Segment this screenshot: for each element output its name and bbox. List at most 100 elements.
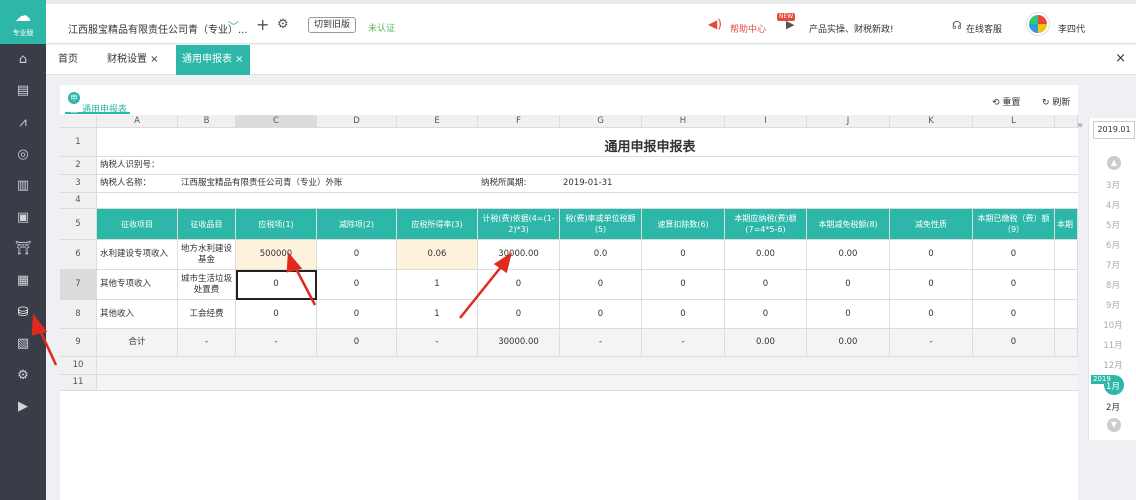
header-cell[interactable]: 征收项目 xyxy=(97,209,178,240)
period-value[interactable]: 2019-01-31 xyxy=(560,175,1078,193)
row-header[interactable]: 3 xyxy=(60,175,97,193)
tab-general-declaration[interactable]: 通用申报表 × xyxy=(176,45,250,75)
expand-icon[interactable]: » xyxy=(1077,120,1083,131)
header-cell[interactable]: 本期减免税额(8) xyxy=(807,209,890,240)
table-cell[interactable]: 0 xyxy=(642,300,725,329)
table-cell[interactable]: - xyxy=(397,329,478,357)
month-item[interactable]: 10月 xyxy=(1089,319,1136,331)
table-cell[interactable]: - xyxy=(178,329,236,357)
table-cell[interactable]: 其他专项收入 xyxy=(97,270,178,300)
settings-icon[interactable]: ⚙ xyxy=(12,365,34,387)
company-selector[interactable]: 江西服宝精品有限责任公司青（专业）... xyxy=(68,21,248,36)
taxpayer-id-label[interactable]: 纳税人识别号： xyxy=(97,157,1078,175)
table-cell[interactable]: 0 xyxy=(236,300,317,329)
row-header[interactable]: 5 xyxy=(60,209,97,240)
table-cell[interactable]: 0 xyxy=(890,240,973,270)
invoice-icon[interactable]: ▤ xyxy=(12,80,34,102)
month-item[interactable]: 12月 xyxy=(1089,359,1136,371)
empty-row[interactable] xyxy=(97,375,1078,391)
col-header[interactable]: G xyxy=(560,115,642,128)
col-header[interactable]: D xyxy=(317,115,397,128)
table-cell[interactable]: 水利建设专项收入 xyxy=(97,240,178,270)
month-item[interactable]: 3月 xyxy=(1089,179,1136,191)
table-cell[interactable]: 工会经费 xyxy=(178,300,236,329)
row-header[interactable]: 7 xyxy=(60,270,97,300)
col-header[interactable]: L xyxy=(973,115,1055,128)
table-cell[interactable]: 0.0 xyxy=(560,240,642,270)
report-chart-icon[interactable]: ⩘ xyxy=(12,112,34,134)
help-center-link[interactable]: 帮助中心 xyxy=(730,22,766,35)
empty-row[interactable] xyxy=(97,357,1078,375)
table-cell[interactable]: 500000 xyxy=(236,240,317,270)
taxpayer-name[interactable]: 江西服宝精品有限责任公司青（专业）外账 xyxy=(178,175,478,193)
month-item[interactable]: 8月 xyxy=(1089,279,1136,291)
header-cell[interactable]: 征收品目 xyxy=(178,209,236,240)
table-cell[interactable]: 0 xyxy=(560,270,642,300)
verification-status[interactable]: 未认证 xyxy=(368,21,395,34)
header-cell[interactable]: 减免性质 xyxy=(890,209,973,240)
wallet-icon[interactable]: ◎ xyxy=(12,144,34,166)
video-icon[interactable]: ▶ xyxy=(12,396,34,418)
home-icon[interactable]: ⌂ xyxy=(12,49,34,71)
row-header[interactable]: 2 xyxy=(60,157,97,175)
switch-old-version-button[interactable]: 切到旧版 xyxy=(308,17,356,33)
col-header[interactable]: I xyxy=(725,115,807,128)
col-header[interactable] xyxy=(1055,115,1078,128)
table-cell[interactable]: 0 xyxy=(807,300,890,329)
table-cell[interactable]: 地方水利建设基金 xyxy=(178,240,236,270)
header-cell[interactable]: 应税所得率(3) xyxy=(397,209,478,240)
row-header[interactable]: 8 xyxy=(60,300,97,329)
gear-icon[interactable]: ⚙ xyxy=(277,17,289,32)
period-date[interactable]: 2019.01 xyxy=(1093,121,1135,139)
table-cell[interactable]: 0 xyxy=(725,270,807,300)
row-header[interactable]: 4 xyxy=(60,193,97,209)
table-cell[interactable]: 0 xyxy=(478,270,560,300)
table-cell[interactable]: 0.06 xyxy=(397,240,478,270)
table-cell[interactable]: 0 xyxy=(317,240,397,270)
table-cell[interactable]: - xyxy=(236,329,317,357)
row-header[interactable]: 11 xyxy=(60,375,97,391)
col-header[interactable]: A xyxy=(97,115,178,128)
table-cell[interactable]: 0 xyxy=(642,270,725,300)
col-header[interactable]: K xyxy=(890,115,973,128)
user-name[interactable]: 李四代 xyxy=(1058,22,1085,35)
table-cell[interactable]: 30000.00 xyxy=(478,240,560,270)
row-header[interactable]: 6 xyxy=(60,240,97,270)
subtab-general-declaration[interactable]: 申报 通用申报表 xyxy=(65,92,131,115)
taxpayer-name-label[interactable]: 纳税人名称： xyxy=(97,175,178,193)
table-cell[interactable]: 0 xyxy=(890,300,973,329)
tax-declaration-icon[interactable]: ⛁ xyxy=(12,302,34,324)
avatar[interactable] xyxy=(1027,13,1049,35)
month-item-active[interactable]: 1月 xyxy=(1089,380,1136,392)
month-item[interactable]: 7月 xyxy=(1089,259,1136,271)
bank-icon[interactable]: ⛩ xyxy=(12,238,34,260)
col-header[interactable]: E xyxy=(397,115,478,128)
table-cell[interactable]: 0.00 xyxy=(807,240,890,270)
table-cell[interactable]: 0 xyxy=(973,270,1055,300)
add-icon[interactable]: + xyxy=(256,15,269,34)
col-header[interactable]: J xyxy=(807,115,890,128)
header-cell[interactable]: 本期已缴税（费）额（9） xyxy=(973,209,1055,240)
table-cell[interactable]: 0.00 xyxy=(725,329,807,357)
table-cell[interactable]: 0 xyxy=(317,329,397,357)
online-support-link[interactable]: 在线客服 xyxy=(966,22,1002,35)
col-header[interactable]: H xyxy=(642,115,725,128)
table-cell[interactable]: 0 xyxy=(560,300,642,329)
table-cell[interactable]: 0 xyxy=(973,300,1055,329)
table-cell[interactable] xyxy=(1055,240,1078,270)
video-play-icon[interactable]: ▶ xyxy=(786,18,794,31)
table-cell[interactable]: 0 xyxy=(317,300,397,329)
col-header[interactable]: C xyxy=(236,115,317,128)
table-cell[interactable]: 其他收入 xyxy=(97,300,178,329)
row-header[interactable]: 9 xyxy=(60,329,97,357)
table-cell[interactable]: 0 xyxy=(317,270,397,300)
speaker-icon[interactable]: ◀) xyxy=(708,17,722,31)
header-cell[interactable]: 应税项(1) xyxy=(236,209,317,240)
table-cell[interactable]: 0.00 xyxy=(807,329,890,357)
month-item[interactable]: 2月 xyxy=(1089,401,1136,413)
header-cell[interactable]: 税(费)率或单位税额(5) xyxy=(560,209,642,240)
table-cell[interactable] xyxy=(1055,329,1078,357)
sheet-corner[interactable] xyxy=(60,115,97,128)
chevron-up-icon[interactable]: ▲ xyxy=(1107,156,1121,170)
ledger-icon[interactable]: ▥ xyxy=(12,175,34,197)
